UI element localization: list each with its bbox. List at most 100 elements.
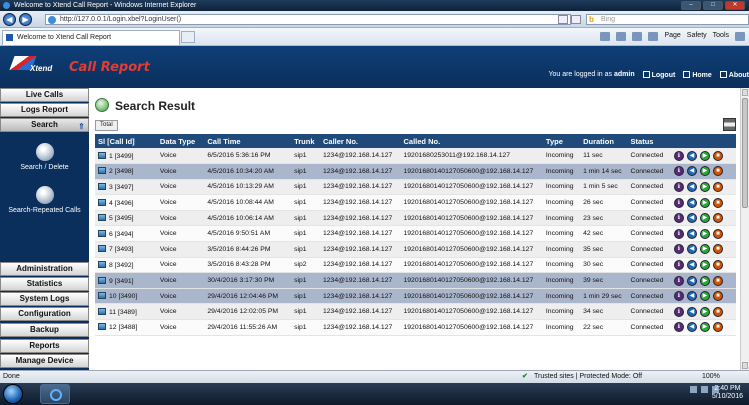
tools-menu[interactable]: Tools	[713, 32, 729, 41]
play-icon[interactable]: ▶	[699, 322, 710, 333]
play-icon[interactable]: ▶	[699, 259, 710, 270]
table-row[interactable]: 3 [3497] Voice 4/5/2016 10:13:29 AM sip1 123…	[95, 179, 736, 196]
info-icon[interactable]: ℹ	[673, 181, 684, 192]
record-edit-icon[interactable]	[98, 276, 106, 284]
sidebar-item-system-logs[interactable]: System Logs	[0, 292, 89, 306]
sidebar-subitem-search-repeated[interactable]: Search-Repeated Calls	[0, 186, 89, 214]
info-icon[interactable]: ℹ	[673, 306, 684, 317]
rewind-icon[interactable]: ◀	[686, 259, 697, 270]
record-edit-icon[interactable]	[98, 292, 106, 300]
compat-view-icon[interactable]	[558, 15, 568, 24]
back-button[interactable]: ◀	[3, 13, 16, 26]
record-edit-icon[interactable]	[98, 214, 106, 222]
security-zone[interactable]: ✔ Trusted sites | Protected Mode: Off	[522, 371, 642, 383]
rewind-icon[interactable]: ◀	[686, 197, 697, 208]
sidebar-item-configuration[interactable]: Configuration	[0, 307, 89, 321]
info-icon[interactable]: ℹ	[673, 291, 684, 302]
help-icon[interactable]	[735, 32, 745, 41]
sidebar-item-statistics[interactable]: Statistics	[0, 277, 89, 291]
info-icon[interactable]: ℹ	[673, 166, 684, 177]
stop-icon[interactable]: ■	[712, 181, 723, 192]
page-menu[interactable]: Page	[664, 32, 680, 41]
total-button[interactable]: Total	[95, 120, 118, 131]
stop-icon[interactable]: ■	[712, 291, 723, 302]
home-link[interactable]: Home	[683, 71, 712, 79]
home-icon[interactable]	[600, 32, 611, 41]
rewind-icon[interactable]: ◀	[686, 291, 697, 302]
print-icon[interactable]	[648, 32, 659, 41]
stop-icon[interactable]: ■	[712, 244, 723, 255]
sidebar-item-search[interactable]: Search ⇑	[0, 118, 89, 132]
stop-icon[interactable]: ■	[712, 322, 723, 333]
stop-icon[interactable]: ■	[712, 166, 723, 177]
rewind-icon[interactable]: ◀	[686, 166, 697, 177]
about-link[interactable]: About	[719, 71, 749, 79]
info-icon[interactable]: ℹ	[673, 259, 684, 270]
info-icon[interactable]: ℹ	[673, 228, 684, 239]
network-icon[interactable]	[701, 386, 708, 393]
collapse-arrow-icon[interactable]: ⇑	[78, 121, 85, 131]
rewind-icon[interactable]: ◀	[686, 181, 697, 192]
sidebar-subitem-search-delete[interactable]: Search / Delete	[0, 143, 89, 171]
play-icon[interactable]: ▶	[699, 213, 710, 224]
safety-menu[interactable]: Safety	[687, 32, 707, 41]
stop-icon[interactable]: ■	[712, 150, 723, 161]
sidebar-item-logs-report[interactable]: Logs Report	[0, 103, 89, 117]
info-icon[interactable]: ℹ	[673, 213, 684, 224]
info-icon[interactable]: ℹ	[673, 244, 684, 255]
record-edit-icon[interactable]	[98, 151, 106, 159]
new-tab-button[interactable]	[181, 31, 195, 43]
sidebar-item-reports[interactable]: Reports	[0, 339, 89, 353]
play-icon[interactable]: ▶	[699, 166, 710, 177]
record-edit-icon[interactable]	[98, 307, 106, 315]
record-edit-icon[interactable]	[98, 245, 106, 253]
clock[interactable]: 2:40 PM 5/10/2016	[712, 385, 743, 401]
play-icon[interactable]: ▶	[699, 291, 710, 302]
table-row[interactable]: 11 [3489] Voice 29/4/2016 12:02:05 PM sip1 1…	[95, 303, 736, 321]
table-row[interactable]: 4 [3496] Voice 4/5/2016 10:08:44 AM sip1 123…	[95, 194, 736, 211]
table-row[interactable]: 5 [3495] Voice 4/5/2016 10:06:14 AM sip1 123…	[95, 210, 736, 227]
table-row[interactable]: 1 [3499] Voice 6/5/2016 5:36:16 PM sip1 1234…	[95, 148, 736, 165]
record-edit-icon[interactable]	[98, 260, 106, 268]
play-icon[interactable]: ▶	[699, 244, 710, 255]
url-input[interactable]: http://127.0.0.1/Login.xbel?LoginUser()	[45, 14, 571, 25]
rewind-icon[interactable]: ◀	[686, 213, 697, 224]
search-input[interactable]: b Bing	[586, 14, 749, 25]
play-icon[interactable]: ▶	[699, 228, 710, 239]
record-edit-icon[interactable]	[98, 229, 106, 237]
tray-arrow-icon[interactable]	[690, 386, 697, 393]
minimize-button[interactable]: –	[681, 1, 701, 10]
table-row[interactable]: 9 [3491] Voice 30/4/2016 3:17:30 PM sip1 123…	[95, 272, 736, 289]
play-icon[interactable]: ▶	[699, 275, 710, 286]
logout-link[interactable]: Logout	[642, 71, 675, 79]
table-row[interactable]: 2 [3498] Voice 4/5/2016 10:34:20 AM sip1 123…	[95, 163, 736, 180]
stop-icon[interactable]: ■	[712, 306, 723, 317]
table-row[interactable]: 12 [3488] Voice 29/4/2016 11:55:26 AM sip1 1…	[95, 319, 736, 336]
info-icon[interactable]: ℹ	[673, 197, 684, 208]
scroll-up-button[interactable]	[742, 89, 748, 96]
rewind-icon[interactable]: ◀	[686, 322, 697, 333]
stop-icon[interactable]: ■	[712, 197, 723, 208]
play-icon[interactable]: ▶	[699, 306, 710, 317]
sidebar-item-manage-device[interactable]: Manage Device	[0, 354, 89, 368]
record-edit-icon[interactable]	[98, 323, 106, 331]
sidebar-item-backup[interactable]: Backup	[0, 323, 89, 337]
feeds-icon[interactable]	[616, 32, 627, 41]
info-icon[interactable]: ℹ	[673, 275, 684, 286]
maximize-button[interactable]: □	[703, 1, 723, 10]
refresh-icon[interactable]	[571, 15, 581, 24]
stop-icon[interactable]: ■	[712, 213, 723, 224]
sidebar-item-administration[interactable]: Administration	[0, 262, 89, 276]
mail-icon[interactable]	[632, 32, 643, 41]
forward-button[interactable]: ▶	[19, 13, 32, 26]
taskbar-ie-button[interactable]	[40, 384, 70, 404]
scroll-down-button[interactable]	[742, 362, 748, 369]
play-icon[interactable]: ▶	[699, 181, 710, 192]
close-button[interactable]: ✕	[725, 1, 745, 10]
info-icon[interactable]: ℹ	[673, 150, 684, 161]
play-icon[interactable]: ▶	[699, 197, 710, 208]
stop-icon[interactable]: ■	[712, 275, 723, 286]
rewind-icon[interactable]: ◀	[686, 244, 697, 255]
record-edit-icon[interactable]	[98, 198, 106, 206]
table-row[interactable]: 6 [3494] Voice 4/5/2016 9:50:51 AM sip1 1234…	[95, 225, 736, 243]
